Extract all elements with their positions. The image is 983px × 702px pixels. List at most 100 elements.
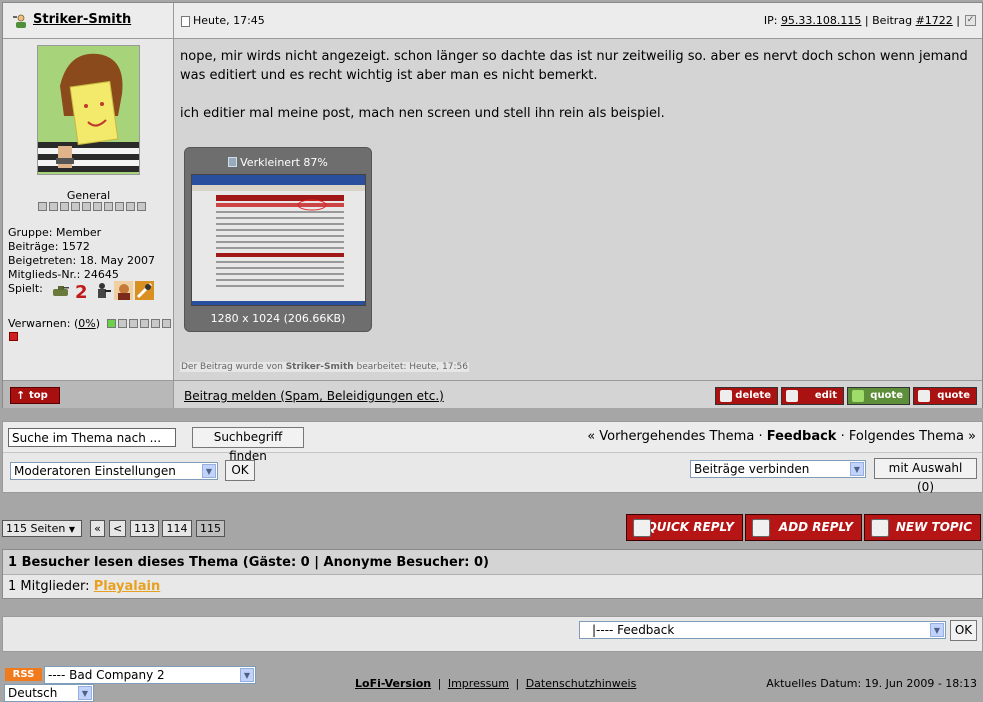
prev-topic-link[interactable]: « Vorhergehendes Thema [587, 429, 754, 444]
thumbnail-size: 1280 x 1024 (206.66KB) [210, 312, 346, 325]
delete-button[interactable]: delete [715, 387, 778, 405]
quick-reply-icon [633, 519, 651, 537]
warn-pip [129, 319, 138, 328]
post-footer-left: top [3, 380, 174, 408]
chevron-down-icon: ▼ [202, 464, 216, 478]
bf2-game-icon[interactable]: 2 [72, 281, 91, 300]
warn-decrease-icon[interactable] [9, 332, 18, 341]
search-topic-button[interactable]: Suchbegriff finden [192, 427, 304, 463]
tank-game-icon[interactable] [51, 281, 70, 300]
warn-value-link[interactable]: 0% [78, 317, 95, 330]
next-topic-link[interactable]: Folgendes Thema » [849, 429, 976, 444]
forum-select[interactable]: ---- Bad Company 2 ▼ [44, 666, 256, 684]
current-date: Aktuelles Datum: 19. Jun 2009 - 18:13 [766, 677, 977, 690]
warn-level: Verwarnen: (0%) [8, 317, 100, 330]
active-users-list: 1 Mitglieder: Playalain [3, 575, 982, 598]
post-table: Striker-Smith Heute, 17:45 IP: 95.33.108… [2, 2, 983, 408]
attachment-thumbnail[interactable]: Verkleinert 87% 1280 x 1024 (206.66KB) [184, 147, 372, 332]
edit-notice-user: Striker-Smith [285, 362, 354, 372]
post-label: Beitrag [872, 14, 913, 27]
edit-notice-suffix: bearbeitet: Heute, 17:56 [353, 362, 468, 372]
rank-pip [115, 202, 124, 211]
user-icon [13, 14, 26, 28]
page-link[interactable]: 114 [162, 520, 192, 537]
warn-pip [118, 319, 127, 328]
post-text: nope, mir wirds nicht angezeigt. schon l… [180, 47, 976, 142]
rss-icon[interactable]: RSS [5, 668, 42, 681]
thumbnail-caption-text: Verkleinert 87% [240, 156, 328, 169]
impressum-link[interactable]: Impressum [448, 677, 509, 690]
forum-jump-select[interactable]: |---- Feedback ▼ [579, 621, 946, 639]
multiquote-label: quote [870, 390, 903, 401]
topic-search-input[interactable] [8, 428, 176, 447]
user-member-no: Mitglieds-Nr.: 24645 [8, 268, 119, 281]
merge-posts-select[interactable]: Beiträge verbinden ▼ [690, 460, 866, 478]
rank-pip [137, 202, 146, 211]
user-joined: Beigetreten: 18. May 2007 [8, 254, 155, 267]
trash-icon [720, 390, 732, 402]
report-post-link[interactable]: Beitrag melden (Spam, Beleidigungen etc.… [184, 389, 444, 403]
with-selection-button[interactable]: mit Auswahl (0) [874, 458, 977, 494]
language-select[interactable]: Deutsch ▼ [4, 684, 94, 702]
lofi-link[interactable]: LoFi-Version [355, 677, 431, 690]
forum-jump-value: |---- Feedback [592, 623, 675, 637]
forum-jump: |---- Feedback ▼ OK [2, 616, 983, 652]
post-body: nope, mir wirds nicht angezeigt. schon l… [174, 39, 982, 380]
moderator-options-select[interactable]: Moderatoren Einstellungen ▼ [10, 462, 218, 480]
page-link[interactable]: 113 [130, 520, 159, 537]
soldier-game-icon[interactable] [93, 281, 112, 300]
nav-separator: · [758, 429, 763, 444]
rank-pip [38, 202, 47, 211]
moderator-ok-button[interactable]: OK [225, 460, 255, 481]
screenshot-preview [191, 174, 366, 306]
ip-label: IP: [763, 14, 778, 27]
warn-pips [107, 319, 171, 328]
forum-select-value: ---- Bad Company 2 [48, 668, 165, 682]
first-page-link[interactable]: « [90, 520, 105, 537]
rank-pips [38, 202, 146, 211]
warn-close: ) [95, 317, 100, 330]
post-number-link[interactable]: #1722 [916, 14, 953, 27]
active-users-header: 1 Besucher lesen dieses Thema (Gäste: 0 … [3, 550, 982, 575]
top-button[interactable]: top [10, 387, 60, 404]
chevron-down-icon: ▼ [930, 623, 944, 637]
warn-label: Verwarnen: ( [8, 317, 79, 330]
members-label: 1 Mitglieder: [8, 579, 94, 594]
edit-label: edit [814, 390, 837, 401]
rank-pip [49, 202, 58, 211]
author-username-link[interactable]: Striker-Smith [33, 12, 131, 27]
warn-pip [162, 319, 171, 328]
add-reply-label: ADD REPLY [778, 520, 853, 534]
edit-button[interactable]: edit [781, 387, 844, 405]
warn-pip-active [107, 319, 116, 328]
privacy-link[interactable]: Datenschutzhinweis [526, 677, 637, 690]
forum-link[interactable]: Feedback [767, 429, 837, 444]
avatar [37, 45, 140, 175]
new-topic-button[interactable]: NEW TOPIC [864, 514, 981, 541]
character-game-icon[interactable] [114, 281, 133, 300]
prev-page-link[interactable]: < [109, 520, 126, 537]
plus-icon [852, 390, 864, 402]
multiquote-button[interactable]: quote [847, 387, 910, 405]
svg-text:2: 2 [75, 282, 88, 300]
active-users-panel: 1 Besucher lesen dieses Thema (Gäste: 0 … [2, 549, 983, 599]
quote-button[interactable]: quote [913, 387, 977, 405]
member-link[interactable]: Playalain [94, 579, 161, 594]
pages-dropdown[interactable]: 115 Seiten ▼ [2, 520, 82, 537]
topic-search-row: Suchbegriff finden « Vorhergehendes Them… [3, 422, 982, 463]
quick-reply-button[interactable]: QUICK REPLY [626, 514, 743, 541]
quote-label: quote [937, 390, 970, 401]
star-game-icon[interactable] [135, 281, 154, 300]
post-date: Heute, 17:45 [193, 14, 265, 27]
post-meta: IP: 95.33.108.115 | Beitrag #1722 | [764, 14, 960, 27]
chevron-down-icon: ▼ [68, 525, 76, 534]
ip-link[interactable]: 95.33.108.115 [781, 14, 861, 27]
select-post-checkbox[interactable]: ✓ [965, 15, 976, 26]
rank-pip [126, 202, 135, 211]
user-post-count: Beiträge: 1572 [8, 240, 90, 253]
add-reply-button[interactable]: ADD REPLY [745, 514, 862, 541]
forum-jump-ok-button[interactable]: OK [950, 620, 977, 641]
merge-posts-value: Beiträge verbinden [694, 462, 810, 476]
topic-navigation: « Vorhergehendes Thema · Feedback · Folg… [587, 429, 976, 444]
user-group: Gruppe: Member [8, 226, 102, 239]
